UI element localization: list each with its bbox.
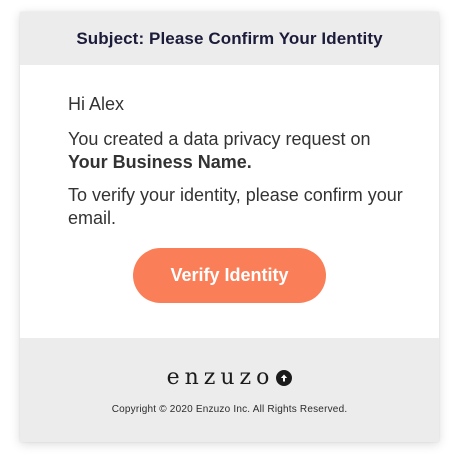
- copyright-text: Copyright © 2020 Enzuzo Inc. All Rights …: [111, 404, 348, 415]
- request-text: You created a data privacy request on: [68, 129, 371, 149]
- email-body: Hi Alex You created a data privacy reque…: [20, 65, 439, 338]
- brand-logo: enzuzo: [167, 365, 293, 390]
- verify-identity-button[interactable]: Verify Identity: [133, 248, 326, 303]
- cta-container: Verify Identity: [68, 248, 410, 303]
- email-card: Subject: Please Confirm Your Identity Hi…: [20, 12, 439, 442]
- email-header: Subject: Please Confirm Your Identity: [20, 12, 439, 65]
- email-subject: Subject: Please Confirm Your Identity: [76, 28, 383, 48]
- greeting: Hi Alex: [68, 94, 125, 114]
- request-paragraph: You created a data privacy request on Yo…: [68, 128, 410, 174]
- email-footer: enzuzo Copyright © 2020 Enzuzo Inc. All …: [20, 338, 439, 442]
- arrow-up-circle-icon: [276, 369, 293, 386]
- business-name: Your Business Name.: [68, 152, 252, 172]
- brand-name: enzuzo: [166, 365, 275, 390]
- verify-paragraph: To verify your identity, please confirm …: [68, 185, 403, 228]
